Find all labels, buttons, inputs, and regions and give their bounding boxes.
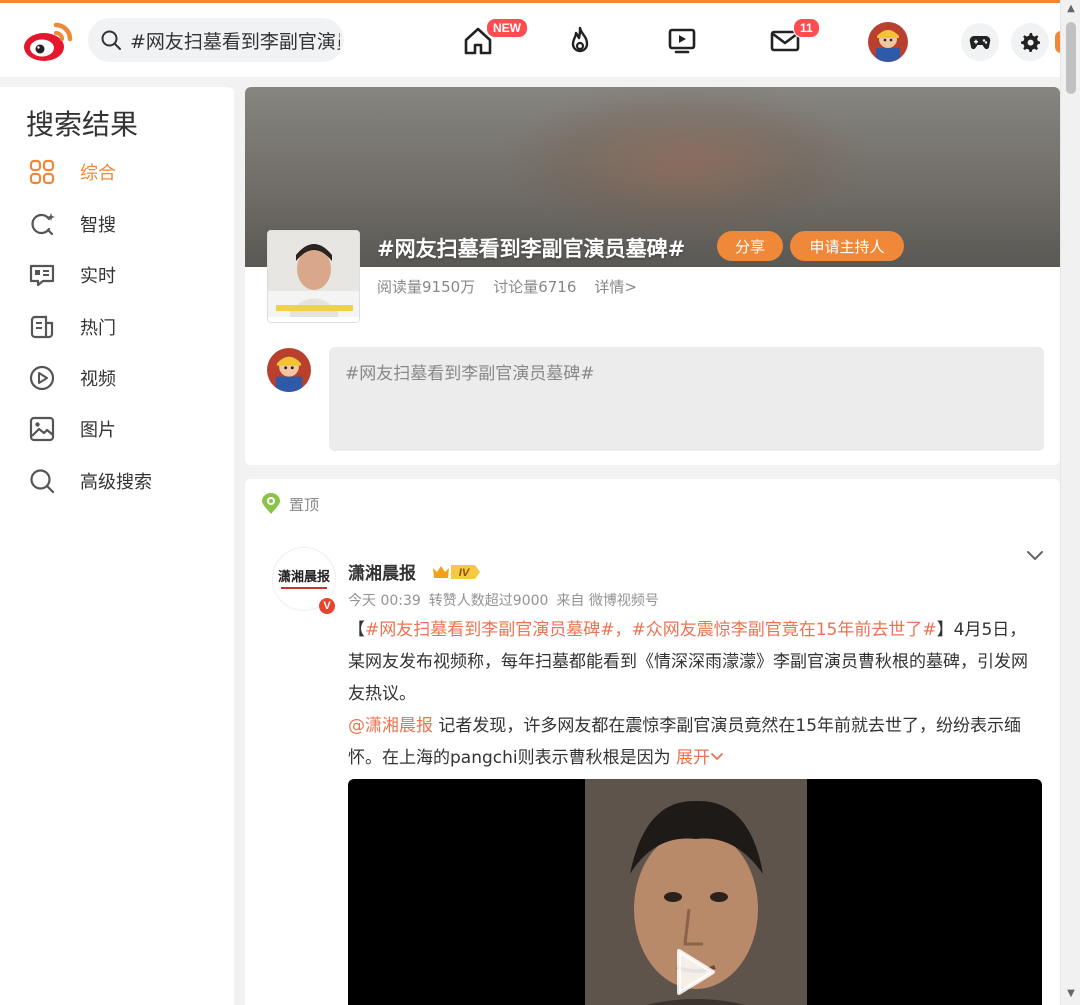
- settings-button[interactable]: [1011, 23, 1049, 61]
- tv-play-icon: [668, 28, 696, 54]
- realtime-icon: [28, 261, 56, 289]
- share-button[interactable]: 分享: [717, 231, 783, 261]
- mail-count-badge: 11: [793, 18, 820, 38]
- smart-search-icon: [28, 210, 56, 238]
- post-composer-input[interactable]: #网友扫墓看到李副官演员墓碑#: [329, 347, 1044, 451]
- home-new-badge: NEW: [486, 18, 528, 38]
- hashtag-link[interactable]: #众网友震惊李副官竟在15年前去世了#: [632, 620, 937, 640]
- details-link[interactable]: 详情>: [594, 276, 637, 297]
- page-scrollbar[interactable]: ▲ ▼: [1060, 0, 1080, 1005]
- scroll-down-icon[interactable]: ▼: [1065, 988, 1077, 1000]
- repost-count: 转赞人数超过9000: [428, 593, 549, 609]
- expand-link[interactable]: 展开: [676, 748, 724, 768]
- discussion-count: 讨论量6716: [493, 278, 577, 296]
- game-button[interactable]: [961, 23, 999, 61]
- sidebar-item-video[interactable]: 视频: [28, 361, 116, 395]
- topic-card: #网友扫墓看到李副官演员墓碑# 分享 申请主持人 阅读量9150万 讨论量671…: [245, 87, 1060, 465]
- chevron-down-icon[interactable]: [1025, 545, 1045, 565]
- avatar-logo-text: 潇湘晨报: [278, 569, 331, 585]
- grid-icon: [28, 158, 56, 186]
- post-source: 来自 微博视频号: [556, 593, 659, 609]
- pinned-label: 置顶: [261, 493, 319, 515]
- nav-video[interactable]: [662, 21, 702, 61]
- search-sidebar: 搜索结果 综合 智搜 实时 热门 视频 图片 高级搜索: [0, 87, 234, 1005]
- topic-title: #网友扫墓看到李副官演员墓碑#: [377, 237, 686, 261]
- search-box[interactable]: [88, 18, 344, 62]
- read-count: 阅读量9150万: [377, 278, 476, 296]
- composer-avatar: [267, 348, 311, 392]
- user-avatar[interactable]: [868, 22, 908, 62]
- weibo-logo-icon[interactable]: [22, 19, 76, 63]
- scroll-up-icon[interactable]: ▲: [1065, 3, 1077, 15]
- chevron-down-icon: [711, 753, 723, 761]
- pin-icon: [261, 493, 281, 515]
- sidebar-item-hot[interactable]: 热门: [28, 310, 116, 344]
- sidebar-item-advanced-search[interactable]: 高级搜索: [28, 464, 152, 498]
- verified-badge: V: [317, 596, 337, 616]
- level-badge: IV: [431, 562, 481, 582]
- video-play-icon: [28, 364, 56, 392]
- video-player[interactable]: [348, 779, 1042, 1005]
- post-time[interactable]: 今天 00:39: [348, 590, 421, 610]
- topic-thumbnail[interactable]: [267, 230, 360, 323]
- topic-stats: 阅读量9150万 讨论量6716 详情>: [377, 276, 637, 297]
- sidebar-item-smart-search[interactable]: 智搜: [28, 207, 116, 241]
- gamepad-icon: [969, 36, 991, 50]
- sidebar-item-comprehensive[interactable]: 综合: [28, 155, 116, 189]
- level-text: IV: [459, 567, 471, 579]
- search-icon: [28, 467, 56, 495]
- scroll-thumb[interactable]: [1066, 22, 1076, 94]
- gear-icon: [1021, 33, 1040, 52]
- search-input[interactable]: [130, 29, 340, 51]
- image-icon: [28, 415, 56, 443]
- sidebar-title: 搜索结果: [26, 108, 139, 141]
- author-name[interactable]: 潇湘晨报: [348, 559, 416, 584]
- mention-link[interactable]: @潇湘晨报: [348, 716, 433, 736]
- post-meta: 今天 00:39 转赞人数超过9000 来自 微博视频号: [348, 590, 659, 610]
- nav-hot[interactable]: [560, 21, 600, 61]
- hashtag-link[interactable]: #网友扫墓看到李副官演员墓碑#: [365, 620, 615, 640]
- play-icon[interactable]: [673, 947, 717, 997]
- top-navbar: NEW 11: [0, 3, 1065, 77]
- search-icon: [101, 30, 121, 50]
- post-card: 置顶 潇湘晨报 V 潇湘晨报 IV 今天 00:39 转赞人数超过9000 来自…: [245, 479, 1060, 1005]
- fire-icon: [571, 26, 589, 53]
- apply-host-button[interactable]: 申请主持人: [790, 231, 904, 261]
- post-body: 【#网友扫墓看到李副官演员墓碑#，#众网友震惊李副官竟在15年前去世了#】4月5…: [348, 620, 1028, 768]
- sidebar-item-images[interactable]: 图片: [28, 412, 116, 446]
- hot-icon: [28, 313, 56, 341]
- sidebar-item-realtime[interactable]: 实时: [28, 258, 116, 292]
